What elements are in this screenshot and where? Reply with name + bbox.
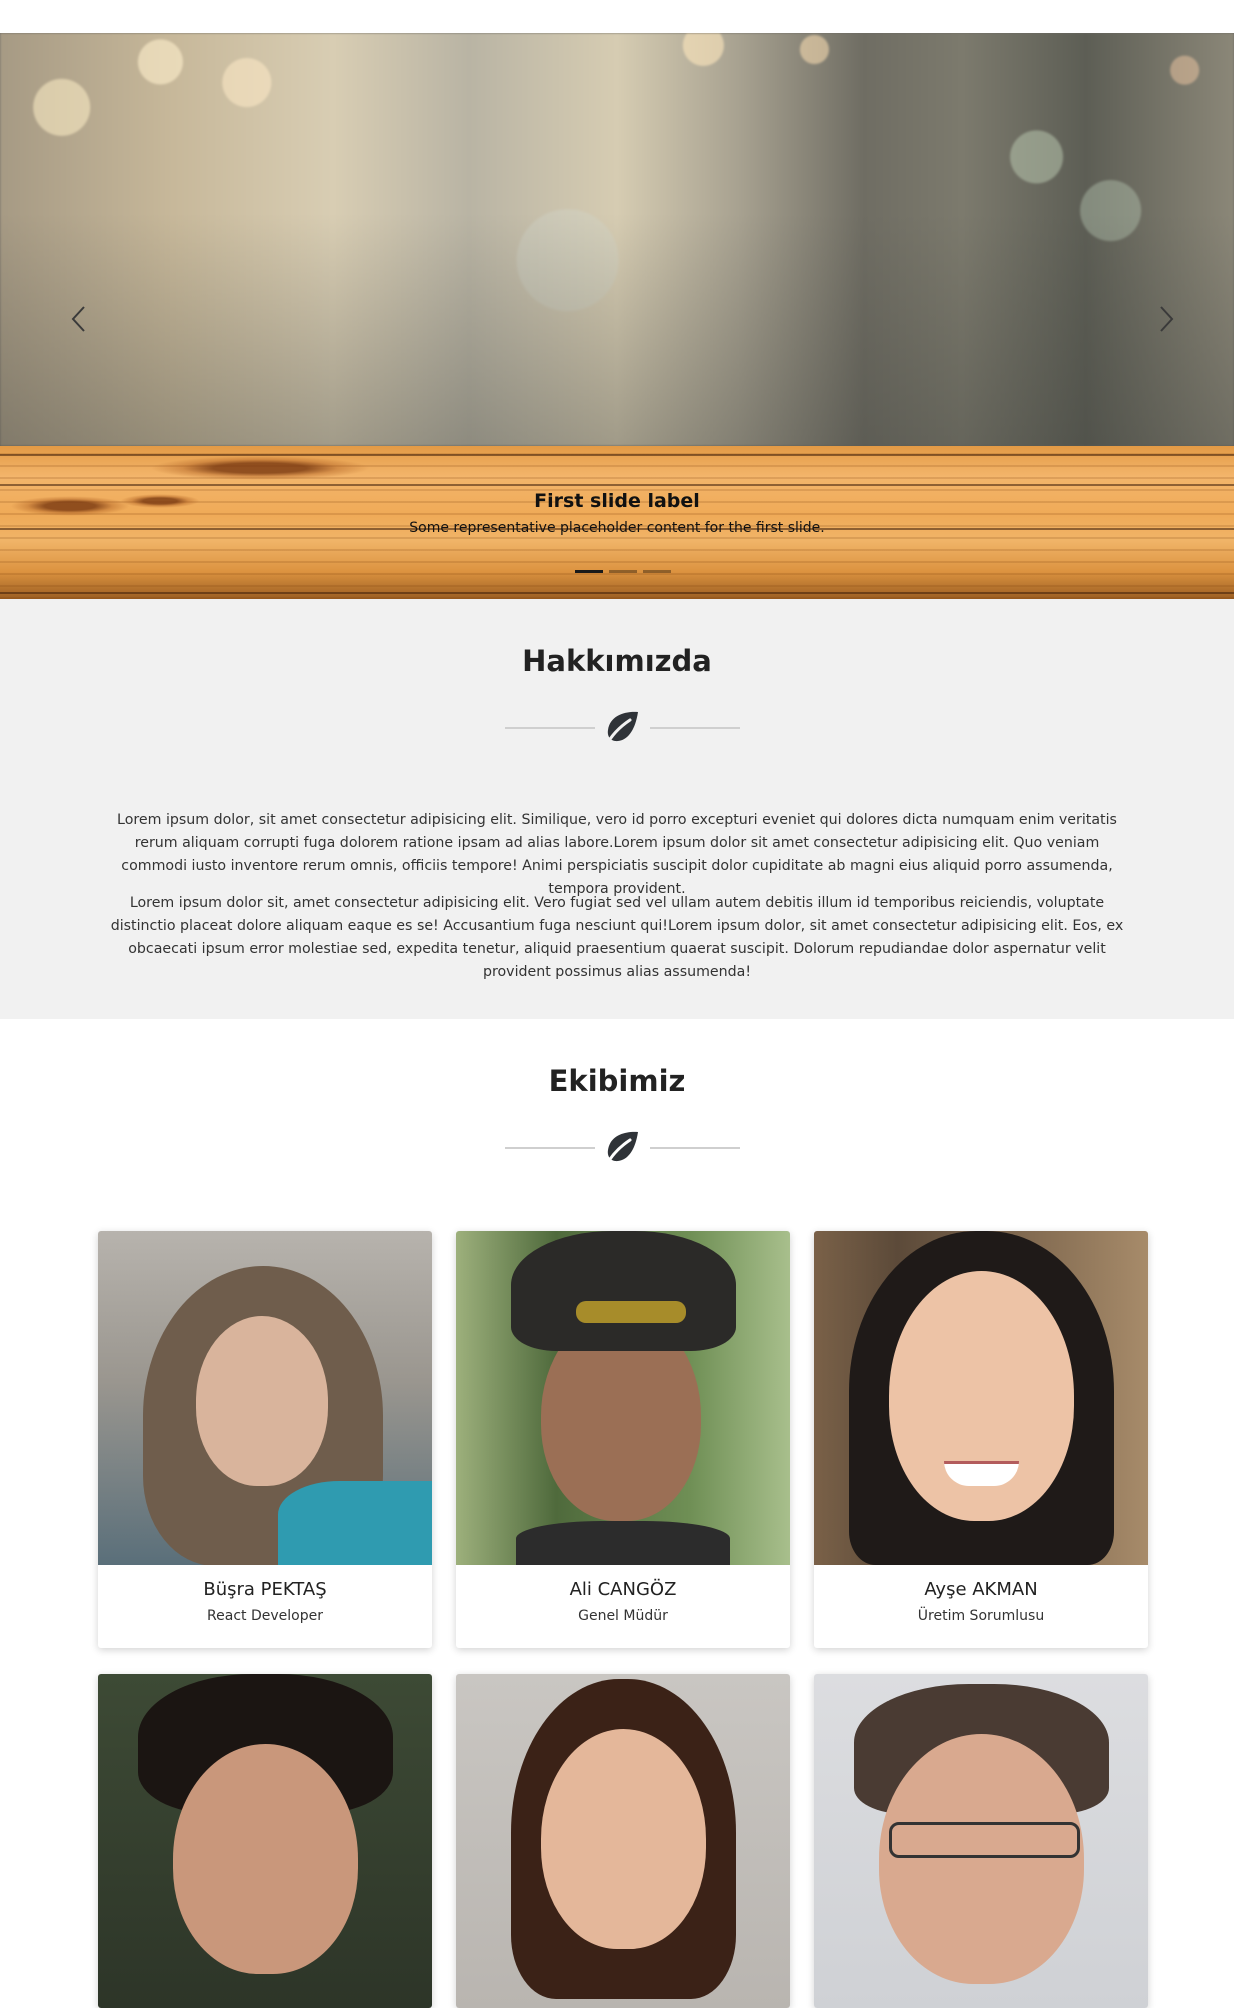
photo-headscarf-pattern xyxy=(576,1301,686,1323)
about-title: Hakkımızda xyxy=(522,644,712,678)
divider-line xyxy=(505,1147,595,1149)
wood-knot xyxy=(150,456,370,480)
chevron-left-icon xyxy=(68,304,90,338)
team-member-role: React Developer xyxy=(207,1608,323,1624)
leaf-icon xyxy=(602,1128,642,1168)
photo-shirt xyxy=(516,1521,730,1565)
team-member-photo xyxy=(456,1674,790,2008)
carousel-indicator-1[interactable] xyxy=(575,570,603,573)
photo-face xyxy=(879,1734,1084,1984)
tabletop-seam xyxy=(0,454,1234,456)
slide-caption: First slide label Some representative pl… xyxy=(0,490,1234,536)
divider-line xyxy=(650,727,740,729)
team-card: Ayşe AKMAN Üretim Sorumlusu xyxy=(814,1231,1148,1648)
about-paragraph-1: Lorem ipsum dolor, sit amet consectetur … xyxy=(117,812,1117,897)
team-member-name: Ayşe AKMAN xyxy=(924,1579,1038,1600)
team-card xyxy=(814,1674,1148,2008)
photo-face xyxy=(541,1729,706,1949)
team-member-photo xyxy=(98,1674,432,2008)
team-member-name: Büşra PEKTAŞ xyxy=(203,1579,327,1600)
tabletop-seam xyxy=(0,592,1234,594)
divider-line xyxy=(505,727,595,729)
team-card: Ali CANGÖZ Genel Müdür xyxy=(456,1231,790,1648)
team-card-info: Büşra PEKTAŞ React Developer xyxy=(98,1565,432,1648)
carousel-next-button[interactable] xyxy=(1146,301,1186,341)
chevron-right-icon xyxy=(1155,304,1177,338)
divider-line xyxy=(650,1147,740,1149)
team-member-photo xyxy=(814,1674,1148,2008)
photo-face xyxy=(173,1744,358,1974)
team-title: Ekibimiz xyxy=(548,1064,686,1098)
top-spacer xyxy=(0,0,1234,33)
carousel-indicator-2[interactable] xyxy=(609,570,637,573)
team-card: Büşra PEKTAŞ React Developer xyxy=(98,1231,432,1648)
carousel-indicators xyxy=(575,570,671,573)
about-paragraph-2: Lorem ipsum dolor sit, amet consectetur … xyxy=(110,895,1124,980)
team-member-photo xyxy=(98,1231,432,1565)
photo-shirt xyxy=(278,1481,432,1565)
slide-text: Some representative placeholder content … xyxy=(409,520,825,536)
team-member-role: Genel Müdür xyxy=(578,1608,668,1624)
carousel-indicator-3[interactable] xyxy=(643,570,671,573)
about-section: Hakkımızda Lorem ipsum dolor, sit amet c… xyxy=(0,599,1234,1019)
team-member-role: Üretim Sorumlusu xyxy=(917,1608,1045,1624)
carousel-prev-button[interactable] xyxy=(59,301,99,341)
tabletop-seam xyxy=(0,484,1234,486)
team-member-photo xyxy=(456,1231,790,1565)
photo-face xyxy=(196,1316,328,1486)
leaf-icon xyxy=(602,708,642,748)
team-member-photo xyxy=(814,1231,1148,1565)
section-divider xyxy=(505,1126,740,1170)
team-card-info: Ali CANGÖZ Genel Müdür xyxy=(456,1565,790,1648)
section-divider xyxy=(505,706,740,750)
photo-headscarf xyxy=(511,1231,736,1351)
slide-title: First slide label xyxy=(534,490,700,512)
team-card-info: Ayşe AKMAN Üretim Sorumlusu xyxy=(814,1565,1148,1648)
hero-carousel: First slide label Some representative pl… xyxy=(0,33,1234,599)
team-member-name: Ali CANGÖZ xyxy=(569,1579,677,1600)
team-card xyxy=(98,1674,432,2008)
slide-image-shade xyxy=(0,213,1234,446)
photo-glasses xyxy=(889,1822,1080,1858)
team-card xyxy=(456,1674,790,2008)
